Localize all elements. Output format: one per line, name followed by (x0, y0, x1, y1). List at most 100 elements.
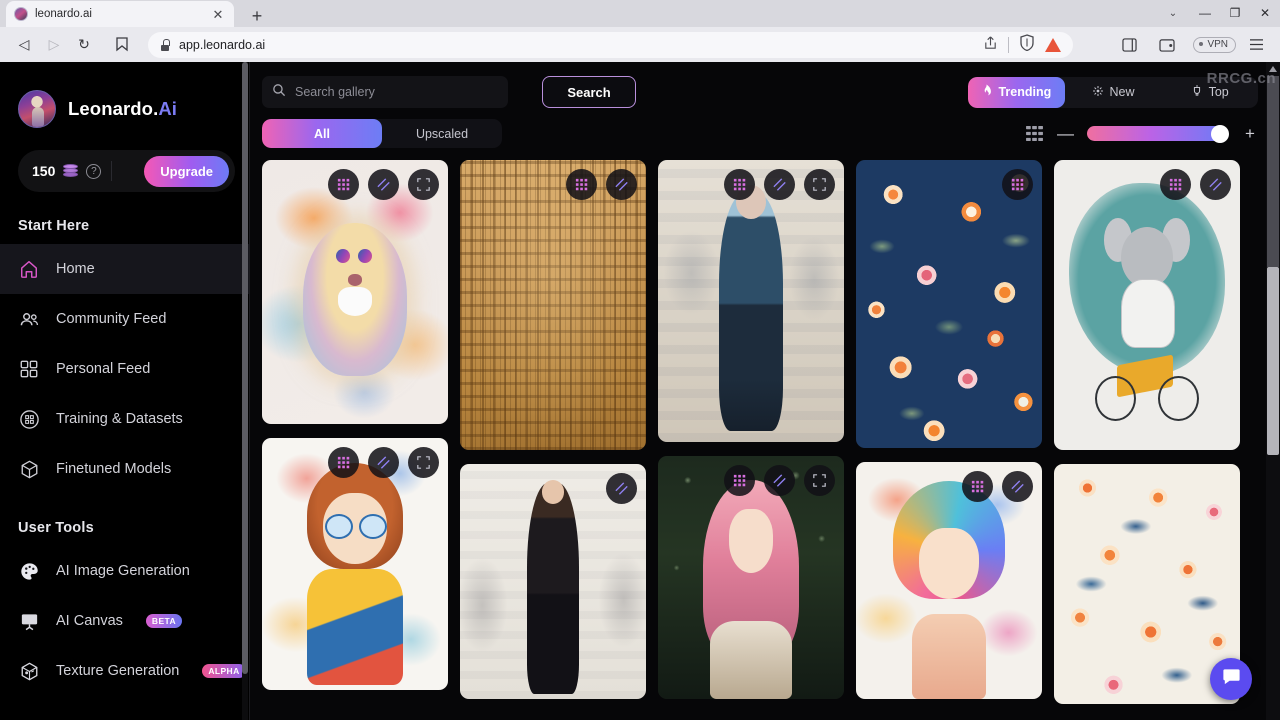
sidebar-item-ai-canvas[interactable]: AI Canvas BETA (0, 596, 249, 646)
credits-panel: 150 ? Upgrade (18, 150, 235, 192)
toolbar-divider (1008, 36, 1010, 53)
decor (1120, 278, 1175, 349)
upgrade-button[interactable]: Upgrade (144, 155, 229, 187)
window-controls: ⌄ — ❐ ✕ (1156, 0, 1280, 26)
alchemy-upscale-icon[interactable] (1160, 169, 1191, 200)
gallery-card-pinkhair[interactable] (658, 456, 844, 699)
brand-logo-row[interactable]: Leonardo.Ai (0, 62, 249, 128)
card-actions (1002, 169, 1033, 200)
sidepanel-icon[interactable] (1115, 32, 1143, 58)
gallery-card-koala[interactable] (1054, 160, 1240, 450)
zoom-in-button[interactable]: + (1242, 125, 1258, 142)
generated-image-floral-navy (856, 160, 1042, 448)
alchemy-upscale-icon[interactable] (566, 169, 597, 200)
gallery-card-warrior[interactable] (658, 160, 844, 442)
zoom-slider-thumb[interactable] (1211, 124, 1229, 143)
gallery-column (262, 160, 448, 704)
gallery-card-sorceress[interactable] (460, 464, 646, 699)
forward-button[interactable]: ▷ (40, 32, 68, 58)
main-scrollbar-thumb[interactable] (1267, 267, 1279, 455)
hamburger-menu-icon[interactable] (1242, 32, 1270, 58)
layout-grid-icon[interactable] (1026, 126, 1043, 141)
search-field-wrapper[interactable] (262, 76, 508, 108)
help-icon[interactable]: ? (86, 163, 102, 179)
alchemy-upscale-icon[interactable] (724, 465, 755, 496)
new-tab-icon[interactable]: + (246, 7, 268, 25)
wallet-icon[interactable] (1153, 32, 1181, 58)
browser-tab[interactable]: leonardo.ai ✕ (6, 1, 234, 27)
decor (728, 509, 774, 573)
variation-icon[interactable] (368, 447, 399, 478)
decor (911, 613, 987, 699)
gallery-grid (262, 160, 1268, 704)
sidebar-scrollbar[interactable] (242, 62, 248, 720)
sidebar-item-label: Personal Feed (56, 361, 151, 377)
gallery-card-lion[interactable] (262, 160, 448, 424)
sidebar-item-texture-generation[interactable]: Texture Generation ALPHA (0, 646, 249, 696)
tab-close-icon[interactable]: ✕ (210, 8, 226, 21)
minimize-button[interactable]: — (1190, 0, 1220, 26)
tab-label: New (1109, 85, 1135, 99)
search-input[interactable] (295, 85, 498, 99)
sidebar-item-training-datasets[interactable]: Training & Datasets (0, 394, 249, 444)
back-button[interactable]: ◁ (10, 32, 38, 58)
close-button[interactable]: ✕ (1250, 0, 1280, 26)
vpn-button[interactable]: VPN (1193, 36, 1236, 53)
scroll-up-arrow-icon[interactable] (1266, 62, 1280, 76)
sidebar-item-label: Texture Generation (56, 663, 180, 679)
main-scrollbar[interactable] (1266, 62, 1280, 720)
tab-upscaled[interactable]: Upscaled (382, 119, 502, 148)
variation-icon[interactable] (764, 465, 795, 496)
variation-icon[interactable] (1002, 471, 1033, 502)
alchemy-upscale-icon[interactable] (962, 471, 993, 502)
reload-button[interactable]: ↻ (70, 32, 98, 58)
variation-icon[interactable] (606, 473, 637, 504)
alchemy-upscale-icon[interactable] (724, 169, 755, 200)
variation-icon[interactable] (764, 169, 795, 200)
sidebar-item-community-feed[interactable]: Community Feed (0, 294, 249, 344)
chevron-down-icon[interactable]: ⌄ (1156, 0, 1190, 26)
sidebar-scrollbar-thumb[interactable] (242, 62, 248, 674)
sidebar-item-label: Training & Datasets (56, 411, 183, 427)
tab-all[interactable]: All (262, 119, 382, 148)
variation-icon[interactable] (368, 169, 399, 200)
gallery-card-girl-glasses[interactable] (262, 438, 448, 690)
sidebar-item-finetuned-models[interactable]: Finetuned Models (0, 444, 249, 494)
search-button[interactable]: Search (542, 76, 636, 108)
variation-icon[interactable] (1200, 169, 1231, 200)
expand-icon[interactable] (804, 169, 835, 200)
gallery-card-floral-navy[interactable] (856, 160, 1042, 448)
variation-icon[interactable] (606, 169, 637, 200)
tab-new[interactable]: New (1065, 77, 1162, 108)
tab-top[interactable]: Top (1161, 77, 1258, 108)
generated-image-warrior (658, 160, 844, 442)
brave-shield-icon[interactable] (1019, 33, 1035, 56)
gallery-column (856, 160, 1042, 704)
tab-trending[interactable]: Trending (968, 76, 1065, 108)
intercom-chat-button[interactable] (1210, 658, 1252, 700)
share-icon[interactable] (983, 35, 998, 55)
maximize-button[interactable]: ❐ (1220, 0, 1250, 26)
alchemy-upscale-icon[interactable] (328, 169, 359, 200)
sidebar-item-personal-feed[interactable]: Personal Feed (0, 344, 249, 394)
brave-lion-icon[interactable] (1045, 37, 1062, 52)
alchemy-upscale-icon[interactable] (1002, 169, 1033, 200)
gallery-card-hieroglyph[interactable] (460, 160, 646, 450)
gallery-card-colorhair[interactable] (856, 462, 1042, 699)
sidebar-item-label: AI Canvas (56, 613, 123, 629)
bookmark-icon[interactable] (108, 32, 136, 58)
sidebar-item-label: AI Image Generation (56, 563, 190, 579)
zoom-out-button[interactable]: — (1057, 125, 1074, 142)
zoom-slider[interactable] (1087, 124, 1229, 143)
gallery-column (460, 160, 646, 704)
sidebar-item-home[interactable]: Home (0, 244, 249, 294)
expand-icon[interactable] (408, 447, 439, 478)
nav-section-user-tools: User Tools (18, 520, 94, 536)
alchemy-upscale-icon[interactable] (328, 447, 359, 478)
sidebar-item-label: Home (56, 261, 95, 277)
address-bar[interactable]: app.leonardo.ai (148, 31, 1074, 58)
scrollbar-track[interactable] (1267, 76, 1279, 267)
sidebar-item-ai-image-generation[interactable]: AI Image Generation (0, 546, 249, 596)
expand-icon[interactable] (408, 169, 439, 200)
expand-icon[interactable] (804, 465, 835, 496)
